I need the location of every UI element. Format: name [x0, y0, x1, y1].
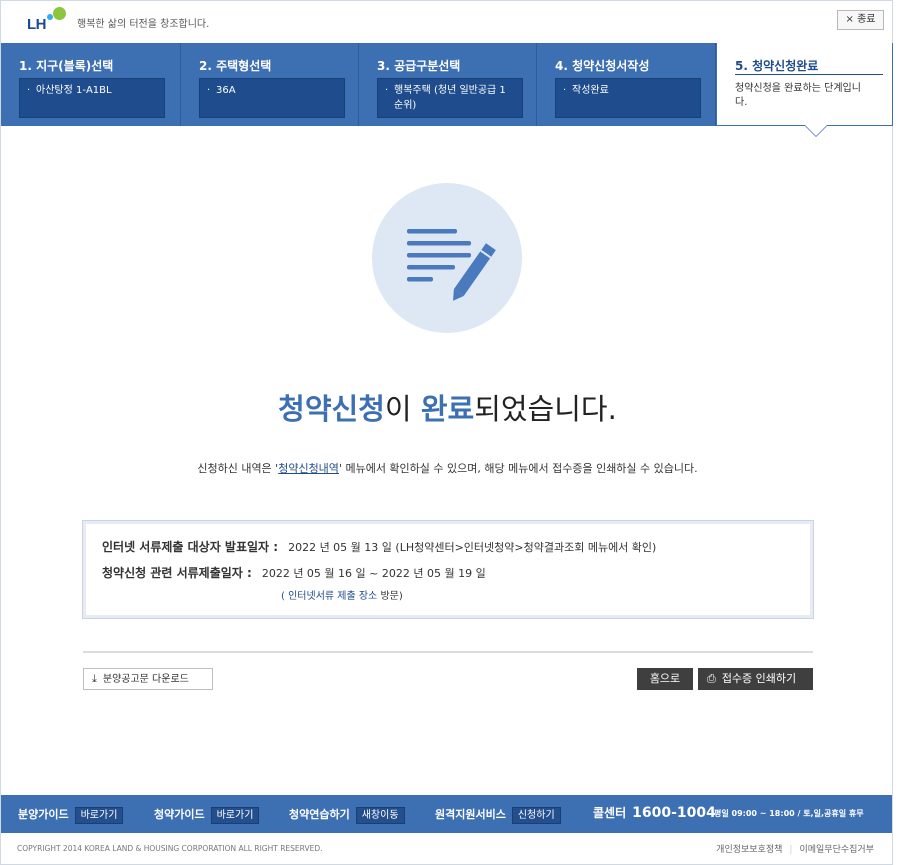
call-center-number: 1600-1004	[632, 805, 716, 821]
step-title: 1. 지구(블록)선택	[19, 59, 114, 73]
step-4: 4. 청약신청서작성 · 작성완료	[537, 43, 716, 126]
call-center-label: 콜센터	[593, 806, 627, 820]
desc-prefix: 신청하신 내역은 '	[197, 462, 279, 475]
step-5-active: 5. 청약신청완료 청약신청을 완료하는 단계입니다.	[716, 43, 893, 137]
download-icon: ⤓	[92, 672, 97, 685]
document-pen-icon	[372, 183, 522, 333]
step-underline	[735, 74, 883, 75]
step-value: 작성완료	[572, 85, 609, 96]
submission-place-link[interactable]: 인터넷서류 제출 장소	[288, 591, 377, 602]
call-center: 콜센터 1600-1004	[593, 804, 716, 821]
step-title: 5. 청약신청완료	[735, 59, 819, 73]
step-value: 36A	[216, 85, 236, 96]
step-value: 행복주택 (청년 일반공급 1순위)	[394, 85, 506, 111]
copyright: COPYRIGHT 2014 KOREA LAND & HOUSING CORP…	[17, 844, 323, 853]
headline-text-2: 되었습니다.	[474, 392, 617, 426]
submission-place-line: ( 인터넷서류 제출 장소 방문)	[281, 587, 403, 602]
step-1: 1. 지구(블록)선택 · 아산탕정 1-A1BL	[1, 43, 181, 126]
desc-suffix: ' 메뉴에서 확인하실 수 있으며, 해당 메뉴에서 접수증을 인쇄하실 수 있…	[338, 462, 698, 475]
headline-highlight-2: 완료	[420, 392, 475, 426]
announce-date-label: 인터넷 서류제출 대상자 발표일자 :	[102, 540, 279, 554]
submission-date-row: 청약신청 관련 서류제출일자 : 2022 년 05 월 16 일 ~ 2022 …	[102, 564, 486, 581]
download-notice-button[interactable]: ⤓ 분양공고문 다운로드	[83, 668, 213, 690]
step-2: 2. 주택형선택 · 36A	[181, 43, 359, 126]
sale-guide-button[interactable]: 바로가기	[74, 807, 124, 824]
footer-item-label: 분양가이드	[18, 808, 69, 821]
step-title: 4. 청약신청서작성	[555, 59, 650, 73]
step-3: 3. 공급구분선택 · 행복주택 (청년 일반공급 1순위)	[359, 43, 537, 126]
footer-item-label: 청약가이드	[154, 808, 205, 821]
headline-text-1: 이	[384, 392, 421, 426]
service-hours: 평일 09:00 ~ 18:00 / 토,일,공휴일 휴무	[714, 809, 864, 818]
privacy-policy-link[interactable]: 개인정보보호정책	[716, 845, 782, 855]
announce-date-value: 2022 년 05 월 13 일 (LH청약센터>인터넷청약>청약결과조회 메뉴…	[288, 541, 657, 554]
step-navigation: 1. 지구(블록)선택 · 아산탕정 1-A1BL 2. 주택형선택 · 36A 3…	[1, 43, 893, 137]
home-button[interactable]: 홈으로	[637, 668, 693, 690]
print-label: 접수증 인쇄하기	[721, 672, 797, 685]
download-label: 분양공고문 다운로드	[102, 674, 189, 685]
print-receipt-button[interactable]: ⎙ 접수증 인쇄하기	[698, 668, 813, 690]
footer-links: 개인정보보호정책 | 이메일무단수집거부	[716, 842, 874, 855]
step-value-box: · 36A	[199, 78, 345, 118]
logo-text: LH	[27, 16, 47, 33]
printer-icon: ⎙	[707, 672, 716, 685]
step-value-box: · 행복주택 (청년 일반공급 1순위)	[377, 78, 523, 118]
email-refusal-link[interactable]: 이메일무단수집거부	[799, 845, 874, 855]
step-value-box: · 아산탕정 1-A1BL	[19, 78, 165, 118]
submission-date-label: 청약신청 관련 서류제출일자 :	[102, 566, 252, 580]
submission-date-value: 2022 년 05 월 16 일 ~ 2022 년 05 월 19 일	[261, 567, 486, 580]
footer-item-sale-guide: 분양가이드 바로가기	[18, 806, 124, 824]
practice-button[interactable]: 새창이동	[355, 807, 405, 824]
header: LH 행복한 삶의 터전을 창조합니다. × 종료	[1, 1, 892, 43]
step-description: 청약신청을 완료하는 단계입니다.	[735, 83, 861, 108]
step-value: 아산탕정 1-A1BL	[36, 85, 112, 96]
subscription-guide-button[interactable]: 바로가기	[210, 807, 260, 824]
remote-support-button[interactable]: 신청하기	[511, 807, 561, 824]
link-separator: |	[789, 845, 793, 855]
paren-close: 방문)	[377, 591, 403, 602]
page-frame: LH 행복한 삶의 터전을 창조합니다. × 종료 1. 지구(블록)선택 · 아…	[0, 0, 893, 865]
completion-headline: 청약신청이 완료되었습니다.	[1, 386, 894, 428]
footer-item-practice: 청약연습하기 새창이동	[289, 806, 405, 824]
footer-item-remote-support: 원격지원서비스 신청하기	[435, 806, 561, 824]
logo-green-dot	[53, 7, 66, 20]
schedule-info-box: 인터넷 서류제출 대상자 발표일자 : 2022 년 05 월 13 일 (LH청…	[82, 520, 814, 619]
footer-service-bar: 분양가이드 바로가기 청약가이드 바로가기 청약연습하기 새창이동 원격지원서비스 신청…	[1, 795, 892, 833]
headline-highlight-1: 청약신청	[278, 392, 385, 426]
application-history-link[interactable]: 청약신청내역	[278, 462, 339, 475]
footer-item-label: 원격지원서비스	[435, 808, 506, 821]
step-title: 3. 공급구분선택	[377, 59, 461, 73]
step-title: 2. 주택형선택	[199, 59, 272, 73]
step-value-box: · 작성완료	[555, 78, 701, 118]
footer-item-subscription-guide: 청약가이드 바로가기	[154, 806, 260, 824]
logo-blue-dot	[47, 14, 53, 20]
divider	[83, 651, 813, 653]
slogan: 행복한 삶의 터전을 창조합니다.	[77, 19, 210, 30]
announce-date-row: 인터넷 서류제출 대상자 발표일자 : 2022 년 05 월 13 일 (LH청…	[102, 538, 656, 555]
close-button[interactable]: × 종료	[837, 10, 884, 30]
footer-item-label: 청약연습하기	[289, 808, 350, 821]
lh-logo[interactable]: LH	[23, 5, 71, 35]
completion-description: 신청하신 내역은 '청약신청내역' 메뉴에서 확인하실 수 있으며, 해당 메뉴…	[1, 460, 894, 476]
